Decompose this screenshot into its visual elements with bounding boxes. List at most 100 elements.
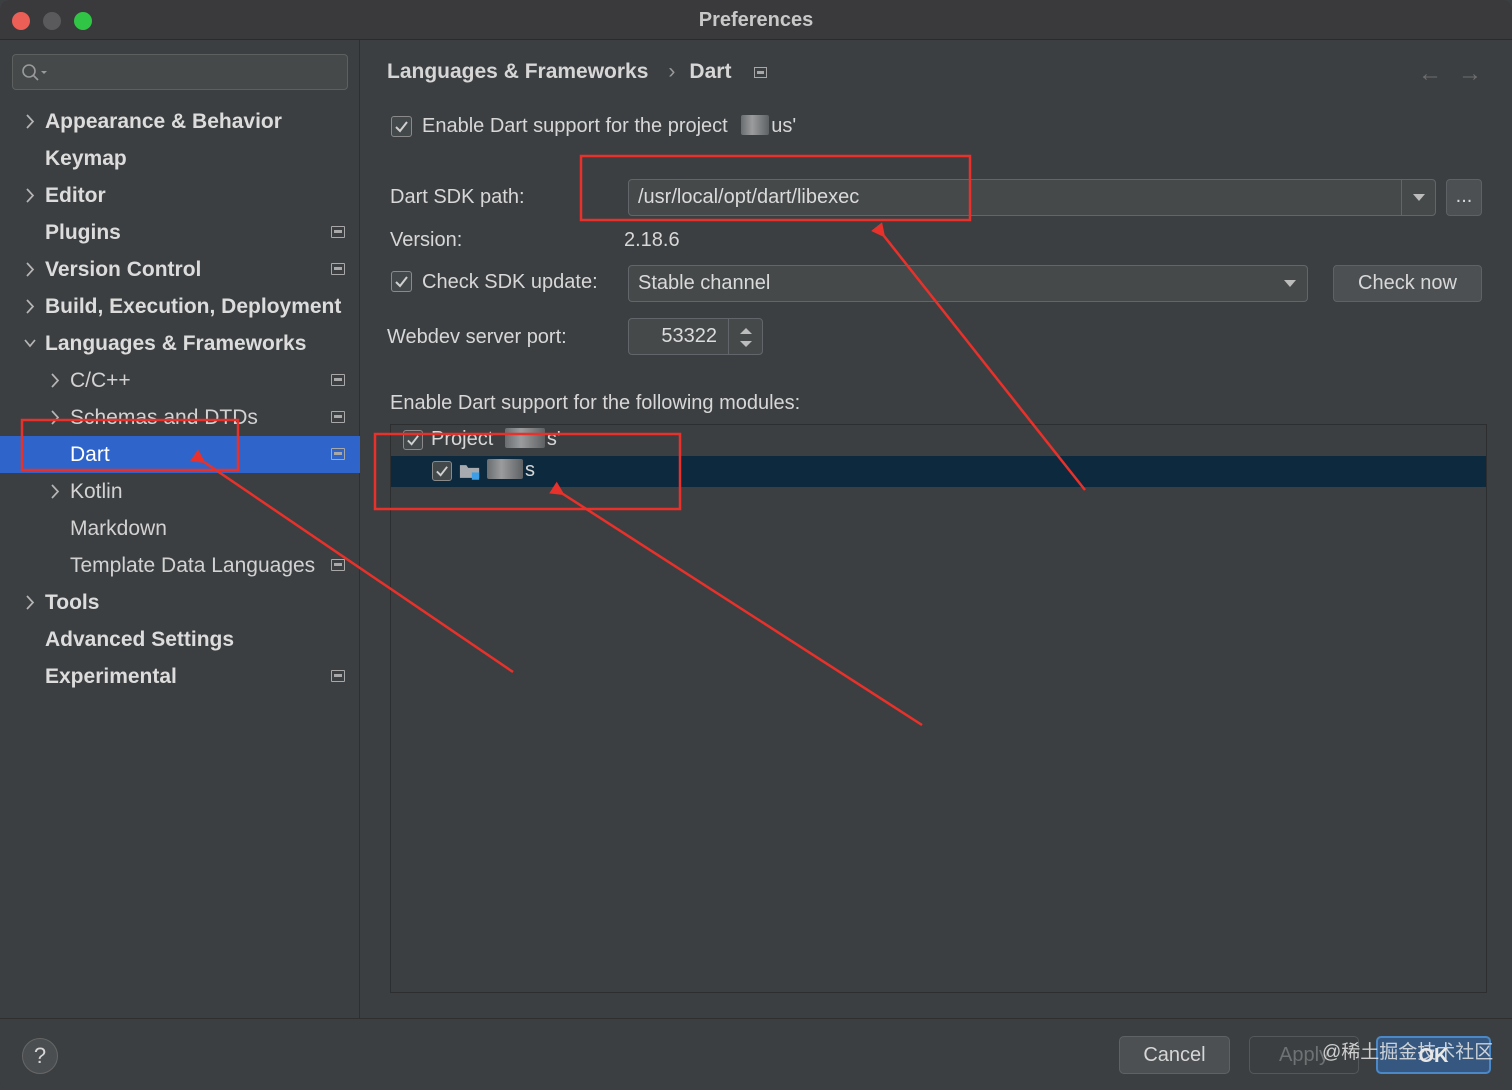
module-folder-icon: [459, 465, 480, 480]
project-level-icon: [331, 226, 345, 238]
check-now-button[interactable]: Check now: [1333, 265, 1482, 302]
checkmark-icon: [395, 121, 408, 133]
module-checkbox[interactable]: [432, 461, 452, 481]
checkmark-icon: [436, 466, 448, 477]
sidebar-item-label: Schemas and DTDs: [70, 406, 258, 429]
project-level-icon: [331, 263, 345, 275]
update-channel-select[interactable]: Stable channel: [628, 265, 1308, 302]
project-label-prefix: Project: [431, 428, 494, 450]
sidebar-item-label: Dart: [70, 443, 110, 466]
sidebar-item-label: Languages & Frameworks: [45, 332, 307, 355]
sidebar-item-markdown[interactable]: Markdown: [0, 510, 360, 547]
breadcrumb: Languages & Frameworks › Dart: [387, 60, 731, 84]
sidebar-item-plugins[interactable]: Plugins: [0, 214, 360, 251]
project-level-icon: [331, 559, 345, 571]
sidebar-item-build-execution-deployment[interactable]: Build, Execution, Deployment: [0, 288, 360, 325]
cancel-button[interactable]: Cancel: [1119, 1036, 1230, 1074]
sidebar-item-label: Editor: [45, 184, 106, 207]
dialog-footer: ? Cancel Apply OK: [0, 1018, 1512, 1090]
project-level-icon: [331, 448, 345, 460]
project-module-label: Project s': [431, 428, 561, 451]
enable-dart-project-label: Enable Dart support for the project us': [422, 115, 796, 138]
sdk-path-combobox[interactable]: /usr/local/opt/dart/libexec: [628, 179, 1436, 216]
sidebar-item-label: Experimental: [45, 665, 177, 688]
redacted-project-name: [741, 115, 770, 135]
forward-arrow-icon[interactable]: →: [1458, 60, 1482, 88]
modules-tree: Project s' s: [390, 424, 1487, 993]
project-level-icon: [754, 67, 767, 78]
webdev-port-spinner[interactable]: 53322: [628, 318, 763, 355]
enable-dart-project-checkbox[interactable]: [391, 116, 412, 137]
webdev-port-label: Webdev server port:: [387, 326, 567, 348]
breadcrumb-parent[interactable]: Languages & Frameworks: [387, 60, 648, 83]
check-sdk-update-checkbox[interactable]: [391, 271, 412, 292]
sidebar-item-label: C/C++: [70, 369, 131, 392]
search-icon: [22, 64, 47, 81]
project-module-checkbox[interactable]: [403, 430, 423, 450]
sidebar-item-label: Template Data Languages: [70, 554, 316, 577]
sidebar-item-label: Markdown: [70, 517, 167, 540]
project-level-icon: [331, 670, 345, 682]
spinner-arrows[interactable]: [728, 319, 762, 354]
sidebar-item-schemas-and-dtds[interactable]: Schemas and DTDs: [0, 399, 360, 436]
sidebar-item-label: Plugins: [45, 221, 121, 244]
sidebar-item-experimental[interactable]: Experimental: [0, 658, 360, 695]
module-label-suffix: s: [525, 459, 535, 481]
browse-sdk-button[interactable]: ...: [1446, 179, 1482, 216]
chevron-right-icon[interactable]: [48, 362, 62, 399]
sidebar-item-label: Kotlin: [70, 480, 123, 503]
sidebar-item-tools[interactable]: Tools: [0, 584, 360, 621]
chevron-right-icon[interactable]: [23, 177, 37, 214]
up-down-arrows-icon: [740, 328, 752, 347]
help-button[interactable]: ?: [22, 1038, 58, 1074]
chevron-right-icon[interactable]: [48, 399, 62, 436]
checkmark-icon: [407, 435, 419, 446]
version-label: Version:: [390, 229, 463, 251]
settings-sidebar: Appearance & Behavior Keymap Editor Plugins…: [0, 40, 360, 1018]
checkmark-icon: [395, 276, 408, 288]
preferences-window: Preferences Appearance & Behavior Keymap E…: [0, 0, 1512, 1090]
sidebar-item-label: Appearance & Behavior: [45, 110, 282, 133]
sidebar-item-appearance-behavior[interactable]: Appearance & Behavior: [0, 103, 360, 140]
sidebar-item-advanced-settings[interactable]: Advanced Settings: [0, 621, 360, 658]
sidebar-item-template-data-languages[interactable]: Template Data Languages: [0, 547, 360, 584]
settings-search-input[interactable]: [12, 54, 348, 90]
sidebar-item-kotlin[interactable]: Kotlin: [0, 473, 360, 510]
project-label-suffix: s': [546, 428, 561, 450]
sidebar-item-dart[interactable]: Dart: [0, 436, 360, 473]
sidebar-item-c-c[interactable]: C/C++: [0, 362, 360, 399]
chevron-right-icon[interactable]: [48, 473, 62, 510]
chevron-down-icon: [1284, 280, 1296, 287]
chevron-down-icon[interactable]: [23, 325, 37, 362]
sidebar-item-editor[interactable]: Editor: [0, 177, 360, 214]
sidebar-item-label: Advanced Settings: [45, 628, 235, 651]
dart-settings-panel: Languages & Frameworks › Dart ← → Enable D…: [361, 40, 1512, 1018]
sidebar-item-languages-frameworks[interactable]: Languages & Frameworks: [0, 325, 360, 362]
enable-dart-project-text: Enable Dart support for the project: [422, 115, 728, 137]
tree-row-module[interactable]: s: [391, 456, 1486, 487]
breadcrumb-current: Dart: [689, 60, 732, 83]
chevron-right-icon[interactable]: [23, 103, 37, 140]
sidebar-item-label: Build, Execution, Deployment: [45, 295, 342, 318]
tree-row-project[interactable]: Project s': [391, 425, 1486, 456]
chevron-right-icon[interactable]: [23, 288, 37, 325]
sidebar-item-version-control[interactable]: Version Control: [0, 251, 360, 288]
sdk-path-value: /usr/local/opt/dart/libexec: [638, 186, 860, 208]
project-level-icon: [331, 411, 345, 423]
watermark: @稀土掘金技术社区: [1322, 1042, 1494, 1063]
back-arrow-icon[interactable]: ←: [1418, 60, 1442, 88]
breadcrumb-separator: ›: [668, 60, 676, 83]
check-sdk-update-label: Check SDK update:: [422, 271, 598, 293]
version-value: 2.18.6: [624, 229, 680, 251]
sidebar-item-label: Keymap: [45, 147, 127, 170]
sdk-path-dropdown-button[interactable]: [1401, 180, 1435, 215]
webdev-port-value: 53322: [661, 325, 717, 347]
update-channel-value: Stable channel: [638, 272, 771, 294]
project-level-icon: [331, 374, 345, 386]
chevron-right-icon[interactable]: [23, 584, 37, 621]
redacted-project-name: [504, 428, 545, 448]
sidebar-item-keymap[interactable]: Keymap: [0, 140, 360, 177]
chevron-right-icon[interactable]: [23, 251, 37, 288]
sidebar-item-label: Version Control: [45, 258, 202, 281]
window-title: Preferences: [698, 9, 814, 31]
